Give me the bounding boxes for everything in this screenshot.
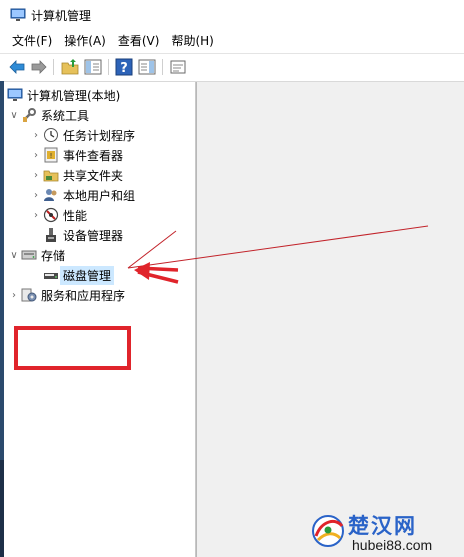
tree-item-system-tools[interactable]: ∨ 系统工具: [7, 105, 89, 125]
tree-item-root[interactable]: 计算机管理(本地): [7, 85, 120, 105]
toolbar-separator: [53, 59, 54, 75]
tree-item-performance[interactable]: › 性能: [29, 205, 87, 225]
expand-arrow-icon[interactable]: ›: [7, 285, 21, 305]
details-pane: [196, 82, 464, 557]
properties-icon[interactable]: [169, 58, 187, 76]
expand-arrow-icon[interactable]: ›: [29, 145, 43, 165]
watermark-name: 楚汉网: [348, 514, 417, 538]
tree-item-services-apps[interactable]: › 服务和应用程序: [7, 285, 125, 305]
title-bar: 计算机管理: [0, 0, 464, 31]
menu-help[interactable]: 帮助(H): [165, 31, 219, 52]
tree-item-label: 事件查看器: [63, 148, 124, 163]
tree-item-label: 磁盘管理: [60, 265, 115, 285]
storage-icon: [21, 250, 37, 260]
tree-item-disk-management[interactable]: 磁盘管理: [43, 265, 115, 285]
tree-item-event-viewer[interactable]: › ! 事件查看器: [29, 145, 123, 165]
event-viewer-icon: !: [44, 147, 58, 163]
users-icon: [44, 189, 57, 201]
show-hide-action-pane-icon[interactable]: [138, 58, 156, 76]
tree-item-label: 本地用户和组: [63, 188, 136, 203]
expand-arrow-icon[interactable]: ›: [29, 205, 43, 225]
window-title: 计算机管理: [31, 9, 92, 23]
shared-folder-icon: [43, 170, 59, 182]
menu-bar: 文件(F) 操作(A) 查看(V) 帮助(H): [0, 31, 464, 52]
tree-item-label: 计算机管理(本地): [27, 88, 121, 103]
show-hide-tree-icon[interactable]: [84, 58, 102, 76]
forward-icon[interactable]: [30, 58, 48, 76]
toolbar-separator: [108, 59, 109, 75]
computer-management-icon: [7, 88, 23, 101]
clock-icon: [44, 128, 58, 142]
console-tree: 计算机管理(本地) ∨ 系统工具 › 任务计划程序 › ! 事件查看器 › 共享…: [4, 82, 196, 557]
toolbar-separator: [162, 59, 163, 75]
help-icon[interactable]: ?: [115, 58, 133, 76]
svg-text:?: ?: [120, 61, 128, 76]
menu-view[interactable]: 查看(V): [112, 31, 166, 52]
device-manager-icon: [46, 228, 56, 242]
system-tools-icon: [23, 108, 36, 122]
up-folder-icon[interactable]: [61, 58, 79, 76]
expand-arrow-icon[interactable]: ›: [29, 185, 43, 205]
collapse-arrow-icon[interactable]: ∨: [7, 105, 21, 125]
menu-action[interactable]: 操作(A): [58, 31, 112, 52]
disk-management-icon: [44, 273, 58, 279]
watermark: 楚汉网 hubei88.com: [302, 508, 464, 557]
computer-management-icon: [10, 8, 26, 21]
back-icon[interactable]: [8, 58, 26, 76]
watermark-url: hubei88.com: [352, 537, 433, 553]
tree-item-label: 存储: [41, 248, 66, 263]
tree-item-label: 共享文件夹: [63, 168, 124, 183]
tree-item-local-users[interactable]: › 本地用户和组: [29, 185, 135, 205]
menu-file[interactable]: 文件(F): [6, 31, 58, 52]
tree-item-task-scheduler[interactable]: › 任务计划程序: [29, 125, 135, 145]
tree-item-storage[interactable]: ∨ 存储: [7, 245, 65, 265]
annotation-highlight-box: [14, 326, 131, 370]
tree-item-label: 性能: [63, 208, 88, 223]
expand-arrow-icon[interactable]: ›: [29, 125, 43, 145]
expand-arrow-icon[interactable]: ›: [29, 165, 43, 185]
tree-item-label: 系统工具: [41, 108, 90, 123]
tree-item-label: 设备管理器: [63, 228, 124, 243]
services-icon: [21, 288, 37, 302]
performance-icon: [43, 207, 59, 223]
toolbar: ?: [0, 53, 464, 82]
tree-item-label: 服务和应用程序: [41, 288, 126, 303]
tree-item-device-manager[interactable]: 设备管理器: [43, 225, 123, 245]
tree-item-shared-folders[interactable]: › 共享文件夹: [29, 165, 123, 185]
svg-text:!: !: [50, 152, 53, 160]
watermark-logo-icon: [312, 515, 344, 547]
collapse-arrow-icon[interactable]: ∨: [7, 245, 21, 265]
tree-item-label: 任务计划程序: [63, 128, 136, 143]
